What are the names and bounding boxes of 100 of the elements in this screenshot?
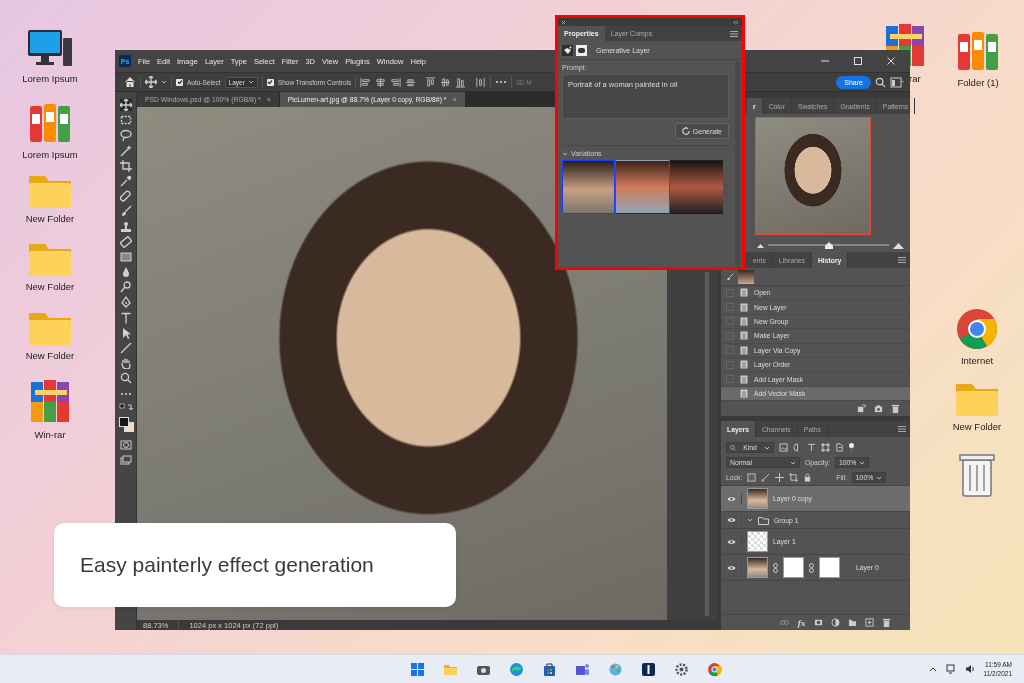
trash-icon[interactable] <box>891 404 900 414</box>
move-icon[interactable] <box>119 99 132 111</box>
mask-icon[interactable] <box>813 618 823 627</box>
adjustment-icon[interactable] <box>830 618 840 627</box>
new-document-icon[interactable] <box>857 404 866 414</box>
chrome-icon[interactable] <box>707 661 722 677</box>
lasso-icon[interactable] <box>119 129 132 142</box>
color-swatches[interactable] <box>117 415 134 432</box>
generative-icon <box>562 44 573 56</box>
caret-icon <box>859 460 866 465</box>
camera-icon[interactable] <box>874 404 883 414</box>
caret-up-icon[interactable] <box>928 666 937 672</box>
filter-icon[interactable] <box>807 443 816 453</box>
checkbox[interactable] <box>266 78 274 86</box>
align-icon[interactable] <box>475 76 487 88</box>
variation-thumbnail[interactable] <box>616 160 669 214</box>
folder-icon[interactable] <box>847 618 857 627</box>
check-icon <box>267 79 274 85</box>
type-icon[interactable] <box>119 311 132 324</box>
transparent-thumbnail <box>747 531 768 553</box>
move-icon[interactable] <box>775 473 785 483</box>
close-icon[interactable] <box>886 56 896 66</box>
close-icon[interactable] <box>561 19 566 25</box>
screen-mode-icon[interactable] <box>119 454 132 467</box>
move-tool-icon[interactable] <box>145 76 157 88</box>
eye-icon[interactable] <box>726 495 736 502</box>
eye-icon[interactable] <box>726 538 736 545</box>
align-icon[interactable] <box>390 76 402 88</box>
panel-menu-icon[interactable] <box>730 30 738 37</box>
eraser-icon[interactable] <box>119 235 132 248</box>
zoom-in-icon[interactable] <box>893 241 904 249</box>
healing-brush-icon[interactable] <box>119 190 132 203</box>
brush-icon[interactable] <box>761 473 771 483</box>
eyedropper-icon[interactable] <box>119 174 132 187</box>
align-icon[interactable] <box>375 76 387 88</box>
line-icon[interactable] <box>119 342 132 354</box>
hand-icon[interactable] <box>119 357 132 370</box>
slider-thumb[interactable] <box>824 241 833 249</box>
stamp-icon[interactable] <box>119 220 132 233</box>
network-icon[interactable] <box>945 664 956 674</box>
gradient-icon[interactable] <box>119 250 132 263</box>
shopping-bag-icon[interactable] <box>542 661 557 677</box>
icon-label: Folder (1) <box>957 77 999 88</box>
filter-icon[interactable] <box>821 443 830 453</box>
start-icon[interactable] <box>410 661 425 677</box>
collapse-icon[interactable] <box>733 19 739 25</box>
crop-icon[interactable] <box>119 159 132 172</box>
brush-icon[interactable] <box>119 205 132 218</box>
caret-icon <box>790 460 796 465</box>
eye-icon[interactable] <box>726 517 736 524</box>
filter-icon[interactable] <box>835 443 844 453</box>
lock-pixels-icon[interactable] <box>747 473 757 483</box>
zoom-icon[interactable] <box>119 372 132 385</box>
checkbox[interactable] <box>176 78 183 86</box>
layer-thumbnail <box>747 488 768 510</box>
app-icon[interactable] <box>641 661 656 677</box>
pen-icon[interactable] <box>119 296 132 309</box>
variation-thumbnail[interactable] <box>562 160 615 214</box>
swap-colors-icon[interactable] <box>118 402 133 411</box>
magic-wand-icon[interactable] <box>119 144 132 157</box>
speaker-icon[interactable] <box>964 664 975 674</box>
caret-icon <box>876 475 883 480</box>
fx-button[interactable]: fx <box>797 617 806 628</box>
scrollbar[interactable] <box>735 62 740 267</box>
people-icon[interactable] <box>575 661 590 677</box>
swirl-icon[interactable] <box>509 661 524 677</box>
gear-icon[interactable] <box>674 661 689 677</box>
artboard-icon[interactable] <box>789 473 799 483</box>
align-icon[interactable] <box>360 76 372 88</box>
dodge-icon[interactable] <box>119 281 132 294</box>
variation-thumbnail[interactable] <box>670 160 723 214</box>
filter-icon[interactable] <box>779 443 788 453</box>
document-icon <box>740 316 748 326</box>
caret-icon[interactable] <box>747 517 753 524</box>
align-icon[interactable] <box>455 76 467 88</box>
quick-mask-icon[interactable] <box>119 439 132 452</box>
marquee-icon[interactable] <box>119 114 132 127</box>
toggle-icon[interactable] <box>849 442 854 453</box>
panel-menu-icon[interactable] <box>898 257 906 263</box>
caret-icon[interactable] <box>562 150 568 157</box>
workspace-icon[interactable] <box>890 76 904 88</box>
home-icon[interactable] <box>124 76 136 88</box>
brush-icon[interactable] <box>726 272 734 281</box>
maximize-icon[interactable] <box>853 56 863 66</box>
browser-icon[interactable] <box>954 306 1000 352</box>
link-icon <box>809 562 814 573</box>
align-icon[interactable] <box>425 76 437 88</box>
panel-menu-icon[interactable] <box>898 426 906 433</box>
caret-icon <box>161 80 167 84</box>
caret-icon <box>247 80 254 84</box>
mask-icon <box>576 44 587 56</box>
trash-icon[interactable] <box>881 618 891 627</box>
zoom-out-icon[interactable] <box>757 242 764 248</box>
align-icon[interactable] <box>440 76 452 88</box>
eye-icon[interactable] <box>726 564 736 571</box>
align-icon[interactable] <box>405 76 417 88</box>
search-icon[interactable] <box>875 76 886 88</box>
spinner-icon <box>681 127 690 135</box>
lock-icon[interactable] <box>803 473 813 483</box>
new-layer-icon[interactable] <box>864 618 874 627</box>
